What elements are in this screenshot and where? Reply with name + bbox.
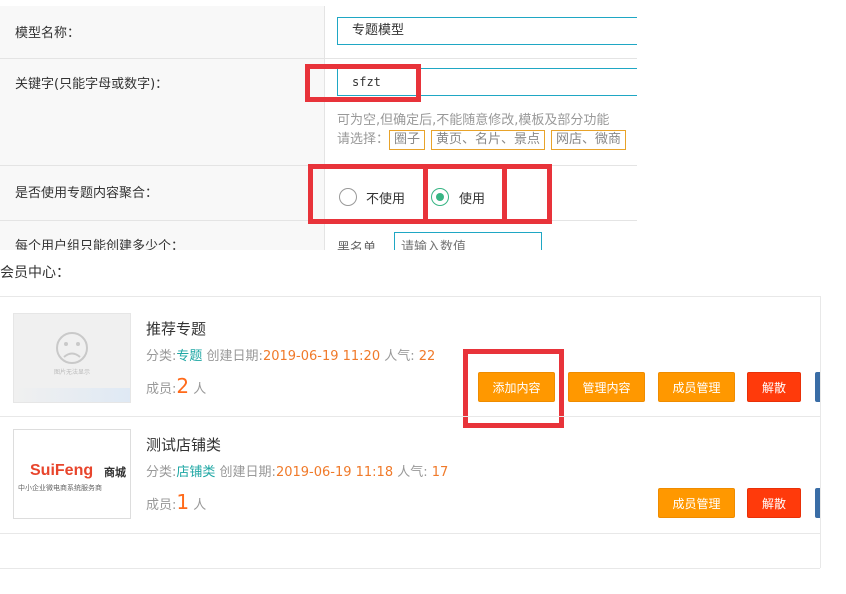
members-unit: 人: [193, 498, 207, 513]
created-label: 创建日期:: [206, 349, 263, 364]
radio-use-label[interactable]: 使用: [459, 188, 485, 207]
choice-circle[interactable]: 圈子: [389, 130, 426, 150]
group-members: 成员:2 人: [146, 374, 206, 398]
keyword-choices: 请选择： 圈子 黄页、名片、景点 网店、微商: [337, 128, 632, 150]
members-count: 1: [176, 490, 190, 514]
divider: [0, 416, 820, 417]
popularity-value: 22: [418, 349, 436, 364]
members-unit: 人: [193, 382, 207, 397]
choice-yellowpages[interactable]: 黄页、名片、景点: [431, 130, 546, 150]
more-button-clipped[interactable]: [815, 372, 820, 402]
more-button-clipped[interactable]: [815, 488, 820, 518]
keyword-input[interactable]: sfzt: [337, 68, 637, 96]
created-date: 2019-06-19 11:18: [275, 465, 394, 480]
keyword-field-cell: sfzt 可为空,但确定后,不能随意修改,模板及部分功能 请选择： 圈子 黄页、名片…: [326, 59, 637, 165]
created-date: 2019-06-19 11:20: [262, 349, 381, 364]
aggregate-row: 是否使用专题内容聚合： 不使用 使用: [0, 166, 637, 221]
group-thumb-suifeng[interactable]: SuiFeng 商城 中小企业微电商系统服务商: [13, 429, 131, 519]
created-label: 创建日期:: [219, 465, 276, 480]
category-label: 分类:: [146, 465, 177, 480]
choice-shop[interactable]: 网店、微商: [551, 130, 627, 150]
keyword-hint: 可为空,但确定后,不能随意修改,模板及部分功能: [337, 113, 610, 128]
popularity-label: 人气:: [384, 349, 415, 364]
group-meta: 分类:店铺类 创建日期:2019-06-19 11:18 人气: 17: [146, 461, 448, 480]
model-name-label: 模型名称：: [0, 6, 325, 58]
limit-input[interactable]: [394, 232, 542, 250]
members-count: 2: [176, 374, 190, 398]
divider-vertical: [820, 296, 821, 568]
group-meta: 分类:专题 创建日期:2019-06-19 11:20 人气: 22: [146, 345, 435, 364]
group-title[interactable]: 测试店铺类: [146, 434, 221, 455]
radio-not-use[interactable]: [339, 188, 357, 206]
group-thumb-broken[interactable]: 图片无法显示: [13, 313, 131, 403]
radio-use[interactable]: [431, 188, 449, 206]
member-manage-button[interactable]: 成员管理: [658, 372, 735, 402]
member-manage-button[interactable]: 成员管理: [658, 488, 735, 518]
group-members: 成员:1 人: [146, 490, 206, 514]
category-link[interactable]: 店铺类: [176, 465, 215, 480]
radio-not-use-label[interactable]: 不使用: [366, 188, 405, 207]
add-content-button[interactable]: 添加内容: [478, 372, 555, 402]
choose-label: 请选择：: [337, 132, 390, 147]
divider: [0, 533, 820, 534]
model-name-input[interactable]: 专题模型: [337, 17, 637, 45]
thumb-brand-suffix: 商城: [104, 466, 126, 479]
divider: [0, 568, 820, 569]
dissolve-button[interactable]: 解散: [747, 372, 801, 402]
dissolve-button[interactable]: 解散: [747, 488, 801, 518]
manage-content-button[interactable]: 管理内容: [568, 372, 645, 402]
model-settings-form: 模型名称： 专题模型 关键字(只能字母或数字)： sfzt 可为空,但确定后,不…: [0, 0, 637, 250]
limit-row: 每个用户组只能创建多少个： 黑名单: [0, 221, 637, 250]
members-label: 成员:: [146, 498, 177, 513]
thumb-brand: SuiFeng: [30, 462, 94, 479]
category-link[interactable]: 专题: [176, 349, 202, 364]
popularity-label: 人气:: [397, 465, 428, 480]
keyword-row: 关键字(只能字母或数字)： sfzt 可为空,但确定后,不能随意修改,模板及部分…: [0, 59, 637, 166]
limit-field-cell: 黑名单: [326, 221, 637, 250]
model-name-row: 模型名称： 专题模型: [0, 6, 637, 59]
category-label: 分类:: [146, 349, 177, 364]
keyword-label: 关键字(只能字母或数字)：: [0, 59, 325, 165]
thumb-caption: 图片无法显示: [54, 368, 90, 376]
popularity-value: 17: [431, 465, 449, 480]
member-center-header: 会员中心：: [0, 265, 70, 281]
limit-label: 每个用户组只能创建多少个：: [0, 221, 325, 250]
members-label: 成员:: [146, 382, 177, 397]
blacklist-label: 黑名单: [337, 241, 377, 250]
thumb-watermark-bar: [14, 388, 130, 402]
aggregate-field-cell: 不使用 使用: [326, 166, 637, 220]
group-title[interactable]: 推荐专题: [146, 318, 206, 339]
divider: [0, 296, 820, 297]
aggregate-label: 是否使用专题内容聚合：: [0, 166, 325, 220]
thumb-slogan: 中小企业微电商系统服务商: [18, 484, 102, 492]
model-name-field-cell: 专题模型: [326, 6, 637, 58]
